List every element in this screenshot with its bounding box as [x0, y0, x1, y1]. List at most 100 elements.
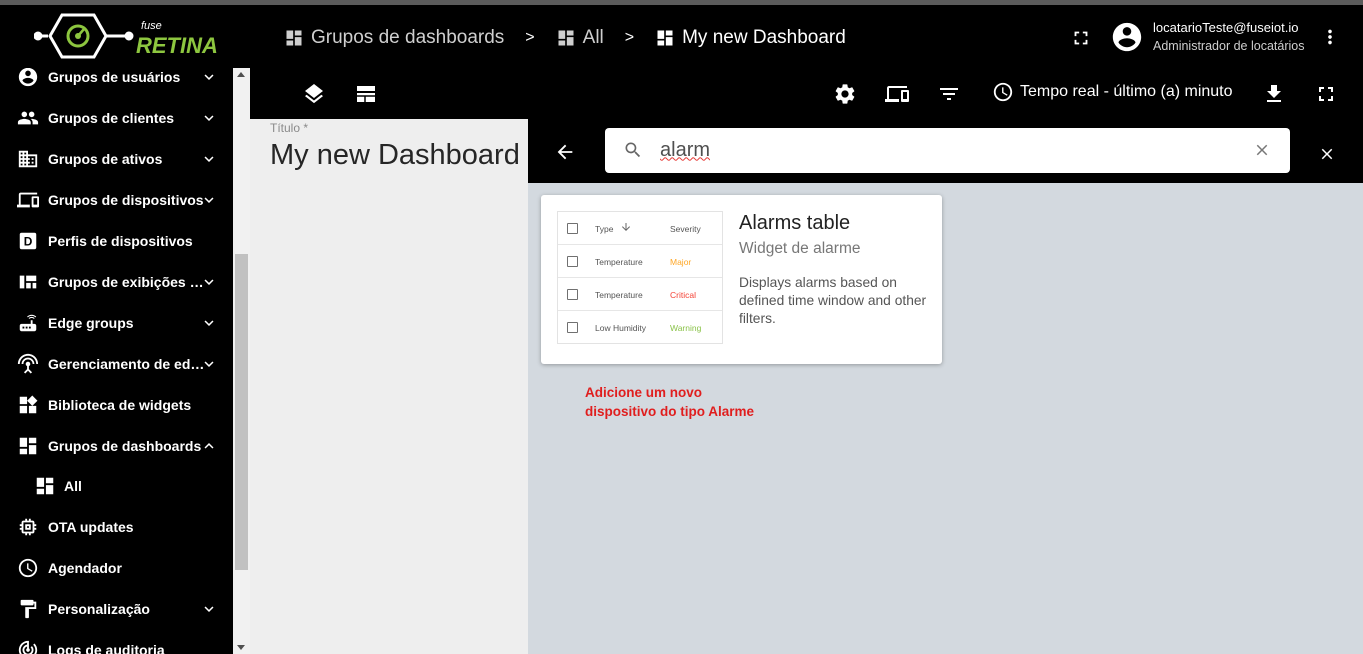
dashboard-title-field[interactable]: My new Dashboard	[270, 139, 520, 172]
breadcrumb-item-all[interactable]: All	[556, 27, 604, 49]
preview-header-row: Type Severity	[558, 212, 722, 245]
chevron-down-icon[interactable]	[200, 273, 218, 291]
download-icon[interactable]	[1262, 82, 1286, 106]
widget-search-bar	[528, 119, 1363, 183]
preview-header-type: Type	[595, 224, 614, 234]
sidebar-item-dashboard-all[interactable]: All	[0, 465, 233, 506]
search-box	[605, 128, 1290, 173]
clear-icon[interactable]	[1253, 141, 1271, 159]
preview-checkbox	[567, 322, 578, 333]
preview-cell-severity: Critical	[670, 290, 696, 300]
user-role: Administrador de locatários	[1153, 39, 1305, 53]
fullscreen-icon[interactable]	[1314, 82, 1338, 106]
fullscreen-icon[interactable]	[1070, 27, 1092, 49]
sidebar-item-dashboard-groups[interactable]: Grupos de dashboards	[0, 425, 233, 466]
sidebar-scrollbar[interactable]	[233, 68, 250, 654]
devices-layout-icon[interactable]	[885, 82, 909, 106]
search-icon	[625, 142, 641, 158]
logo-retina-text: RETINA	[136, 33, 218, 58]
chevron-down-icon[interactable]	[200, 600, 218, 618]
chevron-down-icon[interactable]	[200, 355, 218, 373]
sidebar-item-label: Edge groups	[48, 314, 134, 331]
sidebar-item-entity-views[interactable]: Grupos de exibições de entidades	[0, 261, 233, 302]
scrollbar-thumb[interactable]	[235, 254, 248, 570]
sidebar-item-audit-logs[interactable]: Logs de auditoria	[0, 629, 233, 654]
sidebar-item-edge-groups[interactable]: Edge groups	[0, 302, 233, 343]
preview-cell-type: Temperature	[595, 290, 643, 300]
schedule-icon	[18, 558, 38, 577]
svg-text:D: D	[24, 234, 33, 248]
breadcrumb-item-current: My new Dashboard	[655, 27, 846, 49]
preview-cell-type: Temperature	[595, 257, 643, 267]
widget-card-alarms-table[interactable]: Type Severity Temperature Major Temperat…	[541, 195, 942, 364]
breadcrumb-item-groups[interactable]: Grupos de dashboards	[284, 27, 504, 49]
dashboard-grid-icon	[286, 30, 302, 46]
view-quilt-icon	[19, 275, 37, 288]
widget-card-description: Displays alarms based on defined time wi…	[739, 275, 927, 326]
sidebar-item-customer-groups[interactable]: Grupos de clientes	[0, 97, 233, 138]
format-paint-icon	[20, 599, 37, 618]
sort-arrow-down-icon	[622, 223, 630, 231]
breadcrumb-separator: >	[624, 29, 635, 46]
filter-list-icon[interactable]	[937, 82, 961, 106]
sidebar-item-user-groups[interactable]: Grupos de usuários	[0, 68, 233, 97]
annotation-line: dispositivo do tipo Alarme	[585, 404, 755, 419]
chevron-down-icon[interactable]	[200, 68, 218, 86]
settings-gear-icon[interactable]	[833, 82, 857, 106]
dashboard-grid-icon	[19, 437, 37, 454]
sidebar-item-label: Personalização	[48, 600, 150, 617]
widget-search-input[interactable]	[660, 136, 1240, 164]
sidebar-item-label: Grupos de dispositivos	[48, 191, 204, 208]
preview-row: Low Humidity Warning	[558, 311, 722, 344]
preview-cell-severity: Major	[670, 257, 692, 267]
sidebar-item-scheduler[interactable]: Agendador	[0, 547, 233, 588]
chevron-down-icon[interactable]	[200, 314, 218, 332]
sidebar: Grupos de usuários Grupos de clientes Gr…	[0, 68, 233, 654]
sidebar-item-label: All	[64, 477, 82, 494]
dashboard-grid-icon	[558, 30, 574, 46]
widget-preview: Type Severity Temperature Major Temperat…	[557, 211, 723, 344]
breadcrumb: Grupos de dashboards > All > My new Dash…	[284, 25, 846, 51]
scroll-up-arrow-icon[interactable]	[237, 72, 245, 77]
sidebar-item-edge-management[interactable]: Gerenciamento de edge	[0, 343, 233, 384]
breadcrumb-label: All	[582, 27, 604, 48]
settings-input-antenna-icon	[17, 353, 39, 374]
app-logo[interactable]: fuse RETINA	[34, 11, 224, 61]
top-header: fuse RETINA Grupos de dashboards > All >…	[0, 5, 1363, 68]
more-vert-icon[interactable]	[1319, 25, 1341, 49]
sidebar-item-asset-groups[interactable]: Grupos de ativos	[0, 138, 233, 179]
sidebar-item-label: Perfis de dispositivos	[48, 232, 193, 249]
arrow-back-icon[interactable]	[554, 141, 576, 163]
sidebar-item-customization[interactable]: Personalização	[0, 588, 233, 629]
sidebar-item-device-groups[interactable]: Grupos de dispositivos	[0, 179, 233, 220]
annotation-line: Adicione um novo	[585, 385, 703, 400]
preview-cell-type: Low Humidity	[595, 323, 647, 333]
annotation-note: Adicione um novo dispositivo do tipo Ala…	[585, 383, 805, 421]
timewindow-selector[interactable]: Tempo real - último (a) minuto	[992, 81, 1233, 103]
sidebar-item-label: Logs de auditoria	[48, 641, 165, 654]
device-profile-icon: D	[19, 232, 37, 249]
chevron-down-icon[interactable]	[200, 109, 218, 127]
breadcrumb-label: My new Dashboard	[682, 27, 846, 48]
account-avatar-icon[interactable]	[1110, 20, 1144, 54]
chevron-down-icon[interactable]	[200, 191, 218, 209]
memory-icon	[19, 518, 37, 535]
layers-icon[interactable]	[302, 82, 326, 106]
sidebar-item-ota-updates[interactable]: OTA updates	[0, 506, 233, 547]
preview-row: Temperature Major	[558, 245, 722, 278]
web-layout-icon[interactable]	[354, 82, 378, 106]
sidebar-item-widget-library[interactable]: Biblioteca de widgets	[0, 384, 233, 425]
close-icon[interactable]	[1318, 145, 1336, 163]
preview-row: Temperature Critical	[558, 278, 722, 311]
sidebar-item-device-profiles[interactable]: D Perfis de dispositivos	[0, 220, 233, 261]
people-icon	[17, 111, 39, 124]
preview-checkbox	[567, 289, 578, 300]
widget-card-title: Alarms table	[739, 212, 851, 234]
preview-checkbox	[567, 223, 578, 234]
dashboard-grid-icon	[36, 477, 54, 494]
user-email[interactable]: locatarioTeste@fuseiot.io	[1153, 20, 1298, 35]
chevron-up-icon[interactable]	[200, 437, 218, 455]
scroll-down-arrow-icon[interactable]	[237, 645, 245, 650]
preview-header-severity: Severity	[670, 224, 701, 234]
chevron-down-icon[interactable]	[200, 150, 218, 168]
